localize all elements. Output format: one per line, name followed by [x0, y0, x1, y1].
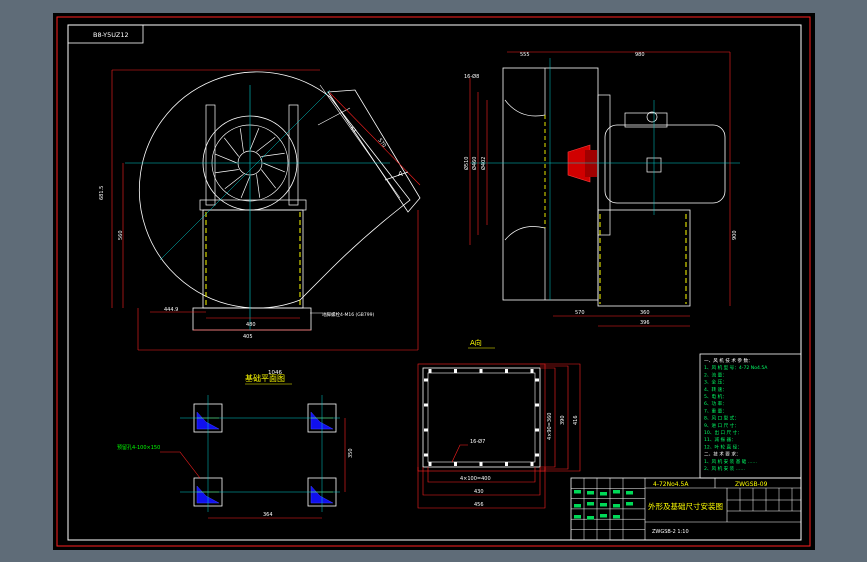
cad-drawing: B8-Y5UZ12 1046 405 480 444.9 681.5 560 5…: [53, 13, 815, 550]
dim-front-b2: 360: [640, 310, 650, 316]
dim-front-h3: Ø402: [480, 157, 487, 170]
dim-side-560: 560: [118, 230, 124, 240]
title-bottom-code: ZWGSB-2 1:10: [652, 529, 689, 535]
flange-hole: [424, 378, 428, 382]
note-line: 4、转 速：: [704, 386, 727, 393]
bolt-hole-note: 预留孔4-100×150: [117, 444, 160, 451]
dim-foundation-h: 350: [348, 448, 354, 458]
note-line: 12、叶 轮 直 径：: [704, 443, 742, 450]
bolt-note: 地脚螺栓4-M16 (GB799): [322, 311, 374, 318]
dim-foundation-w: 364: [263, 512, 273, 518]
flange-hole: [424, 453, 428, 457]
dim-a-h2: 390: [560, 415, 566, 425]
dim-front-b1: 570: [575, 310, 585, 316]
dim-side-444: 444.9: [164, 307, 178, 313]
dim-a-w1: 4×100=400: [460, 476, 491, 482]
dim-a-w2: 430: [474, 489, 484, 495]
dim-a-hole: 16-Ø7: [470, 438, 485, 445]
note-line: 10、出 口 尺 寸：: [704, 429, 742, 436]
flange-hole: [454, 462, 457, 466]
flange-hole: [479, 462, 483, 466]
flange-hole: [479, 369, 483, 373]
note-line: 7、重 量：: [704, 407, 727, 414]
title-model: 4-72No4.5A: [653, 481, 689, 488]
dim-front-h1: Ø510: [463, 157, 470, 170]
dim-front-side: 900: [732, 230, 738, 240]
note-line: 1、风 机 型 号：4-72 No4.5A: [704, 364, 768, 371]
flange-hole: [530, 369, 534, 373]
dim-front-h2: Ø460: [471, 157, 478, 170]
note-line: 8、风 口 型 式：: [704, 415, 739, 422]
note-line: 6、功 率：: [704, 400, 727, 407]
note-line: 3、全 压：: [704, 379, 727, 386]
note-line: 2、风 机 安 装 ……: [704, 465, 745, 472]
flange-hole: [535, 378, 539, 382]
foundation-title: 基础平面图: [245, 373, 285, 383]
flange-hole: [424, 428, 428, 432]
dim-a-w3: 456: [474, 502, 484, 508]
cad-window: B8-Y5UZ12 1046 405 480 444.9 681.5 560 5…: [0, 0, 867, 562]
note-line: 9、进 口 尺 寸：: [704, 422, 739, 429]
title-main: 外形及基础尺寸安装图: [648, 501, 723, 511]
flange-hole: [535, 403, 539, 407]
dim-side-405: 480: [246, 322, 256, 328]
note-line: 5、电 机：: [704, 393, 727, 400]
title-drawing-no: ZWGSB-09: [735, 481, 768, 488]
dim-front-hole: 16-Ø8: [464, 73, 479, 80]
flange-hole: [535, 428, 539, 432]
flange-hole: [424, 403, 428, 407]
note-line: 11、减 振 器：: [704, 436, 736, 443]
flange-hole: [454, 369, 457, 373]
flange-hole: [535, 453, 539, 457]
stamp-text: B8-Y5UZ12: [93, 31, 129, 39]
dim-side-480: 405: [243, 334, 253, 340]
dim-a-h1: 4×90=360: [547, 413, 553, 440]
flange-hole: [428, 462, 432, 466]
view-a-title: A向: [470, 338, 482, 347]
dim-front-b3: 396: [640, 320, 650, 326]
dim-side-681: 681.5: [99, 186, 105, 200]
note-line: 二、技 术 要 求：: [704, 451, 741, 458]
dim-front-555: 555: [520, 52, 530, 58]
note-line: 1、风 机 安 装 基 础 ……: [704, 458, 757, 465]
dim-front-980: 980: [635, 52, 645, 58]
flange-hole: [428, 369, 432, 373]
flange-hole: [530, 462, 534, 466]
dim-a-h3: 416: [573, 415, 579, 425]
flange-hole: [505, 369, 508, 373]
note-line: 一、风 机 技 术 参 数：: [704, 357, 753, 364]
flange-hole: [505, 462, 508, 466]
note-line: 2、流 量：: [704, 371, 727, 378]
drawing-background: [53, 13, 815, 550]
